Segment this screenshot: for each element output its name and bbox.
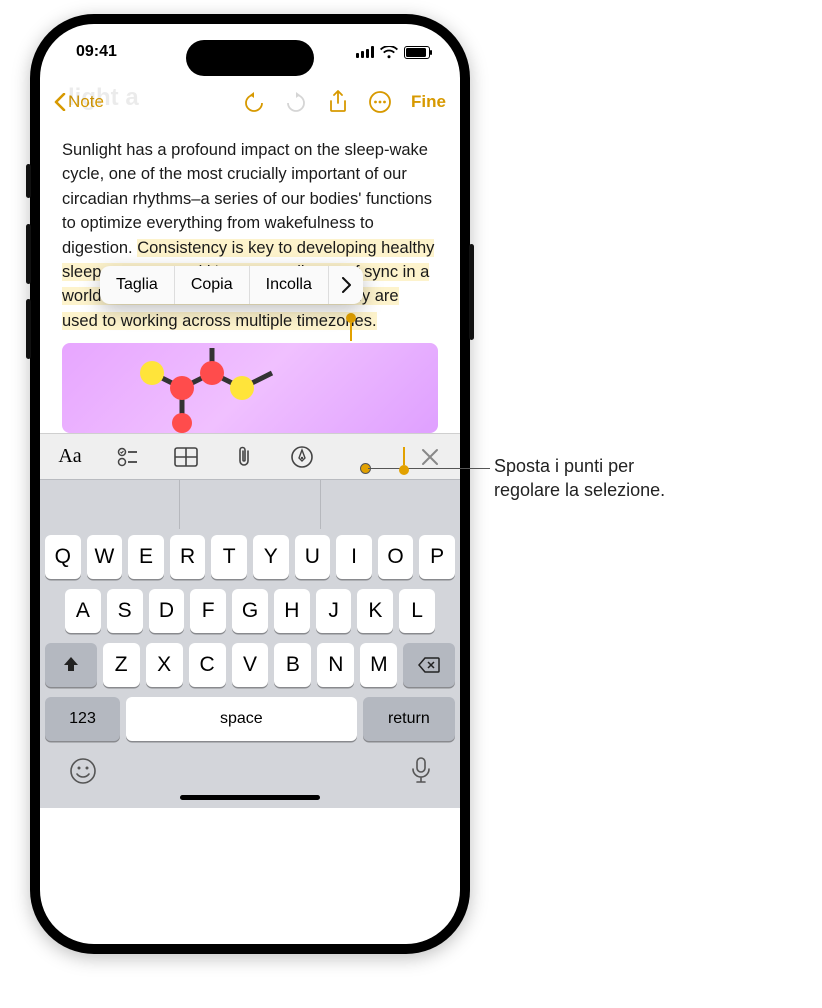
key-backspace[interactable] bbox=[403, 643, 455, 687]
keyboard: Q W E R T Y U I O P A S D F G H J K L bbox=[40, 529, 460, 808]
menu-paste[interactable]: Incolla bbox=[250, 266, 329, 304]
key-f[interactable]: F bbox=[190, 589, 226, 633]
key-h[interactable]: H bbox=[274, 589, 310, 633]
key-o[interactable]: O bbox=[378, 535, 414, 579]
key-q[interactable]: Q bbox=[45, 535, 81, 579]
wifi-icon bbox=[380, 46, 398, 59]
table-icon bbox=[174, 447, 198, 467]
power-button bbox=[469, 244, 474, 340]
callout-text: Sposta i punti per regolare la selezione… bbox=[494, 454, 665, 503]
note-image[interactable] bbox=[62, 343, 438, 433]
format-bar: Aa bbox=[40, 433, 460, 479]
text-format-button[interactable]: Aa bbox=[56, 443, 84, 471]
home-indicator[interactable] bbox=[180, 795, 320, 800]
suggestion-1[interactable] bbox=[40, 480, 180, 529]
redo-button[interactable] bbox=[279, 85, 313, 119]
volume-up-button bbox=[26, 224, 31, 284]
title-ghost: light a bbox=[68, 84, 139, 112]
key-b[interactable]: B bbox=[274, 643, 311, 687]
chevron-left-icon bbox=[54, 93, 66, 111]
suggestion-2[interactable] bbox=[180, 480, 320, 529]
key-numbers[interactable]: 123 bbox=[45, 697, 120, 741]
undo-button[interactable] bbox=[237, 85, 271, 119]
chevron-right-icon bbox=[341, 277, 351, 293]
key-e[interactable]: E bbox=[128, 535, 164, 579]
shift-icon bbox=[62, 656, 80, 674]
key-z[interactable]: Z bbox=[103, 643, 140, 687]
dynamic-island bbox=[186, 40, 314, 76]
suggestion-3[interactable] bbox=[321, 480, 460, 529]
more-button[interactable] bbox=[363, 85, 397, 119]
edit-context-menu: Taglia Copia Incolla bbox=[100, 266, 363, 304]
table-button[interactable] bbox=[172, 443, 200, 471]
menu-more[interactable] bbox=[329, 266, 363, 304]
key-d[interactable]: D bbox=[149, 589, 185, 633]
ellipsis-circle-icon bbox=[368, 90, 392, 114]
paperclip-icon bbox=[234, 445, 254, 469]
key-c[interactable]: C bbox=[189, 643, 226, 687]
key-s[interactable]: S bbox=[107, 589, 143, 633]
selection-handle-start[interactable] bbox=[346, 310, 356, 328]
key-row-2: A S D F G H J K L bbox=[45, 589, 455, 633]
key-space[interactable]: space bbox=[126, 697, 357, 741]
key-k[interactable]: K bbox=[357, 589, 393, 633]
pen-tip-icon bbox=[291, 446, 313, 468]
key-t[interactable]: T bbox=[211, 535, 247, 579]
attachment-button[interactable] bbox=[230, 443, 258, 471]
molecule-icon bbox=[92, 343, 292, 433]
key-r[interactable]: R bbox=[170, 535, 206, 579]
suggestion-bar bbox=[40, 479, 460, 529]
key-shift[interactable] bbox=[45, 643, 97, 687]
key-a[interactable]: A bbox=[65, 589, 101, 633]
key-return[interactable]: return bbox=[363, 697, 455, 741]
redo-icon bbox=[285, 91, 307, 113]
close-format-bar-button[interactable] bbox=[416, 443, 444, 471]
battery-icon bbox=[404, 46, 430, 59]
key-row-1: Q W E R T Y U I O P bbox=[45, 535, 455, 579]
side-button bbox=[26, 164, 31, 198]
mic-icon bbox=[411, 757, 431, 785]
key-m[interactable]: M bbox=[360, 643, 397, 687]
selection-handle-end[interactable] bbox=[399, 462, 409, 480]
key-u[interactable]: U bbox=[295, 535, 331, 579]
volume-down-button bbox=[26, 299, 31, 359]
undo-icon bbox=[243, 91, 265, 113]
share-icon bbox=[328, 90, 348, 114]
checklist-icon bbox=[117, 446, 139, 468]
emoji-icon bbox=[69, 757, 97, 785]
emoji-button[interactable] bbox=[69, 757, 97, 785]
key-n[interactable]: N bbox=[317, 643, 354, 687]
key-l[interactable]: L bbox=[399, 589, 435, 633]
key-j[interactable]: J bbox=[316, 589, 352, 633]
dictation-button[interactable] bbox=[411, 757, 431, 785]
key-row-3: Z X C V B N M bbox=[45, 643, 455, 687]
callout-leader-line bbox=[368, 468, 490, 469]
key-y[interactable]: Y bbox=[253, 535, 289, 579]
share-button[interactable] bbox=[321, 85, 355, 119]
menu-cut[interactable]: Taglia bbox=[100, 266, 175, 304]
iphone-frame: 09:41 light a Note bbox=[30, 14, 470, 954]
cellular-icon bbox=[356, 46, 374, 58]
backspace-icon bbox=[418, 657, 440, 673]
key-i[interactable]: I bbox=[336, 535, 372, 579]
close-icon bbox=[421, 448, 439, 466]
key-w[interactable]: W bbox=[87, 535, 123, 579]
key-x[interactable]: X bbox=[146, 643, 183, 687]
status-time: 09:41 bbox=[76, 43, 117, 61]
done-button[interactable]: Fine bbox=[411, 92, 446, 112]
key-g[interactable]: G bbox=[232, 589, 268, 633]
key-row-4: 123 space return bbox=[45, 697, 455, 741]
checklist-button[interactable] bbox=[114, 443, 142, 471]
markup-button[interactable] bbox=[288, 443, 316, 471]
menu-copy[interactable]: Copia bbox=[175, 266, 250, 304]
key-p[interactable]: P bbox=[419, 535, 455, 579]
key-v[interactable]: V bbox=[232, 643, 269, 687]
